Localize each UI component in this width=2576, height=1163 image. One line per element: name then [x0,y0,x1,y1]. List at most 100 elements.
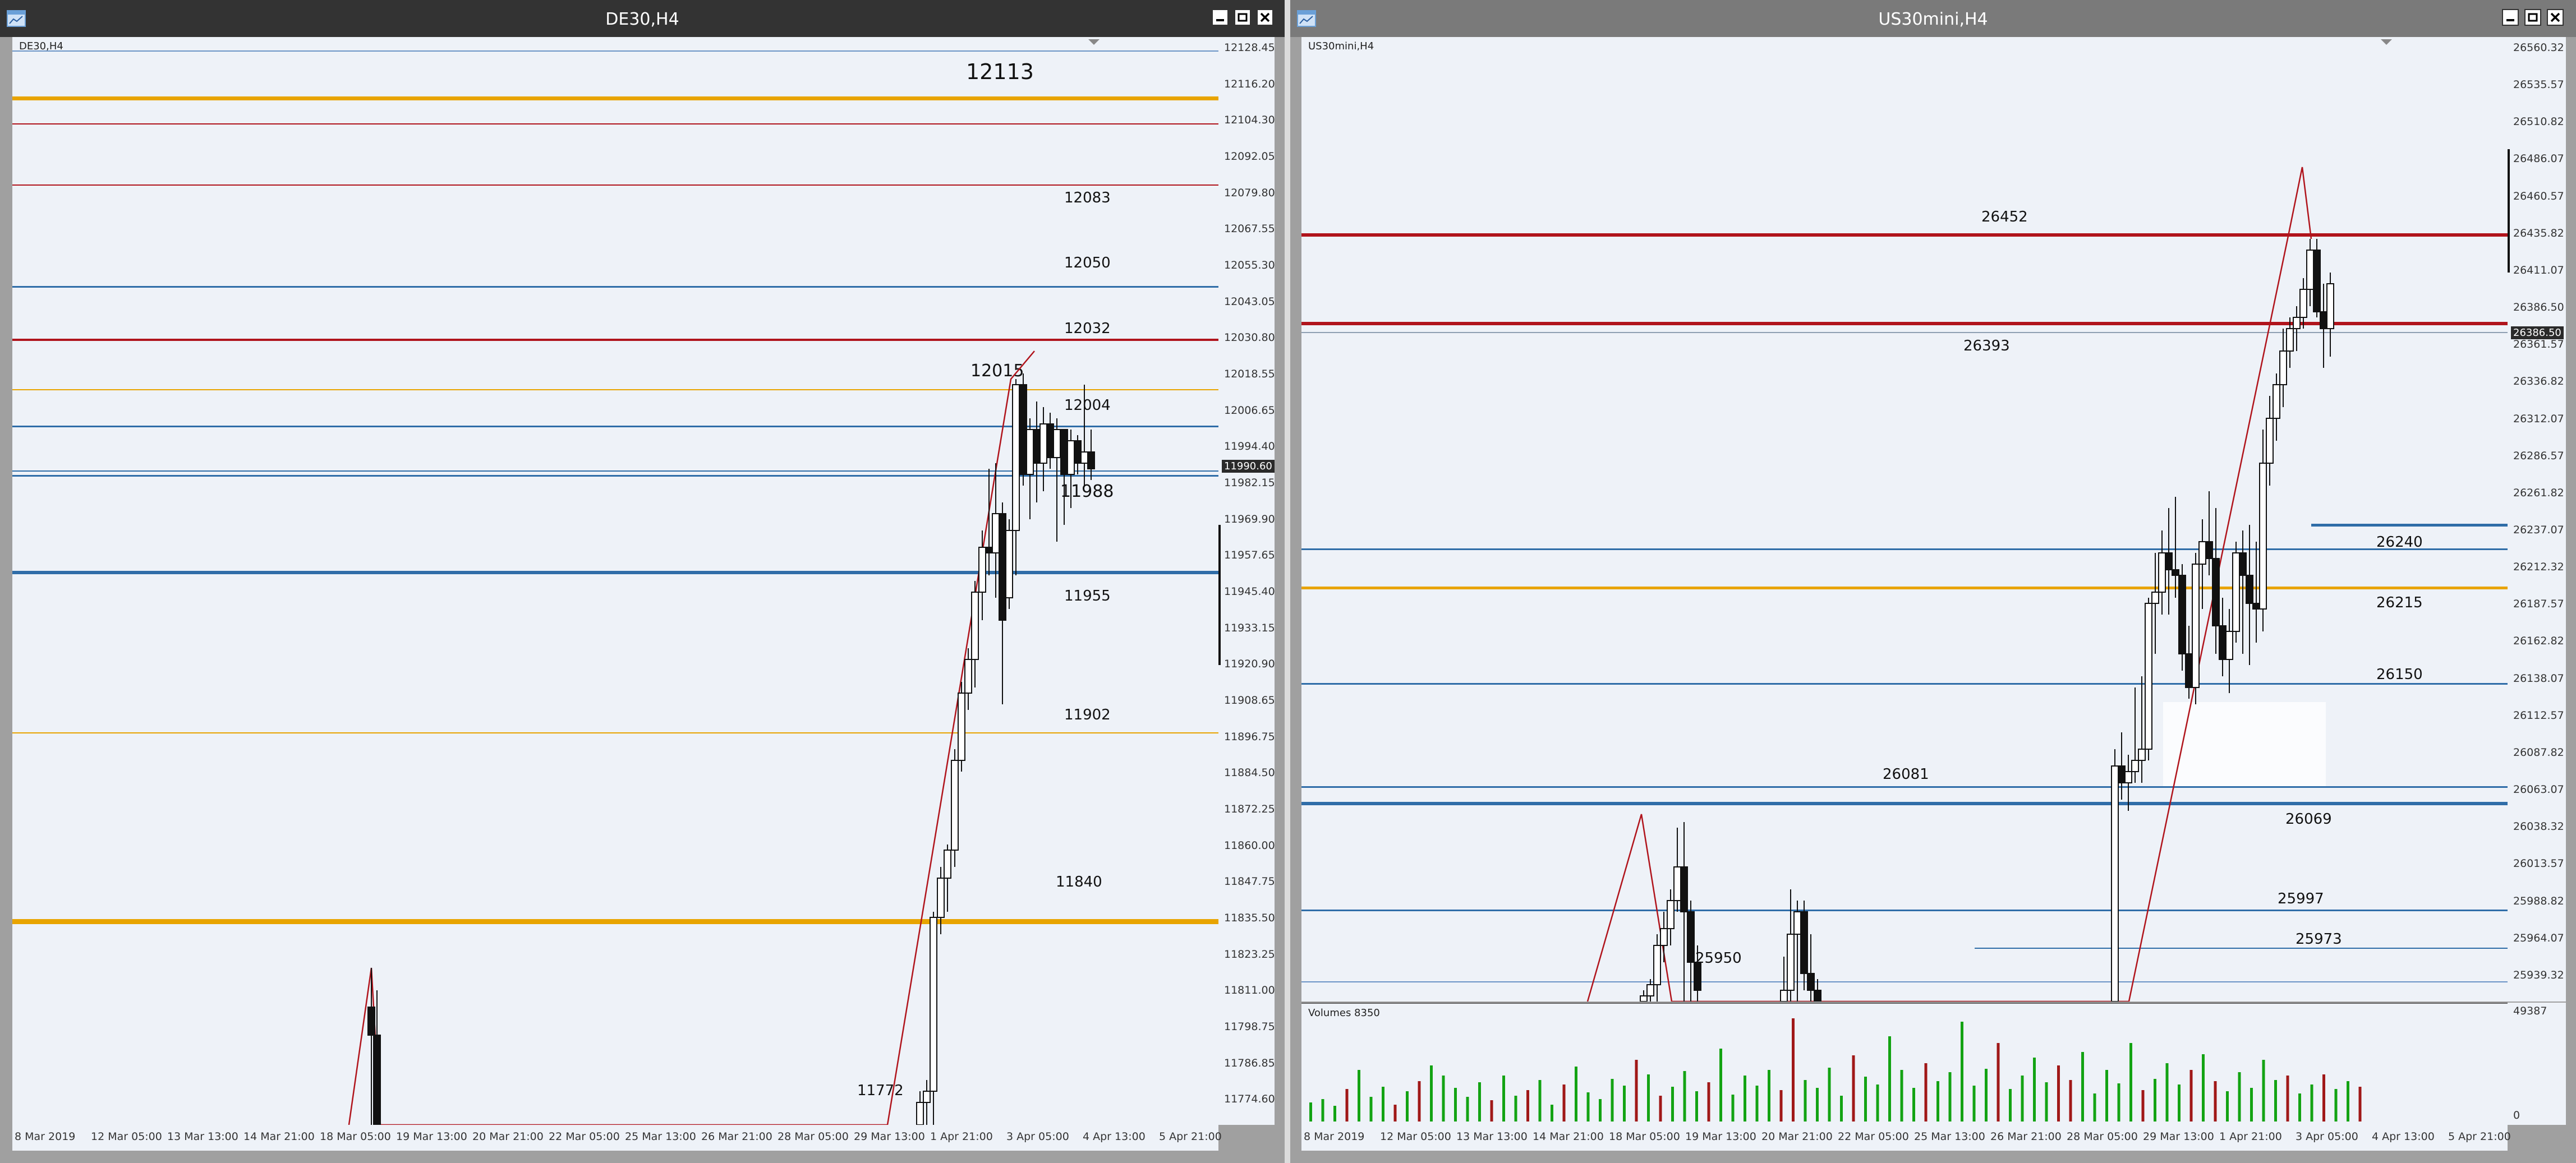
time-tick: 28 Mar 05:00 [778,1130,849,1143]
time-tick: 5 Apr 21:00 [2448,1130,2511,1143]
price-tick: 26312.07 [2513,412,2564,425]
price-tick: 12092.05 [1224,150,1275,163]
price-chart-us30mini[interactable]: US30mini,H4 26452 26393 26240 26215 2615… [1301,37,2508,1002]
chart-window-us30mini[interactable]: US30mini,H4 US30mini,H4 26452 26393 2624… [1290,0,2576,1163]
volume-bar [2322,1074,2325,1122]
time-tick: 22 Mar 05:00 [549,1130,620,1143]
volume-bar [1551,1105,1553,1122]
candle-body [951,760,959,851]
scrollbar-grip[interactable] [1218,525,1221,665]
price-axis[interactable]: 26560.32 26535.57 26510.82 26486.07 26460.57… [2508,37,2566,1002]
close-button[interactable] [2547,9,2564,26]
candle-body [1814,990,1821,1002]
volume-bar [1358,1070,1360,1122]
time-tick: 1 Apr 21:00 [930,1130,993,1143]
candle-body [923,1091,931,1103]
price-tick: 11908.65 [1224,694,1275,707]
price-tick: 26386.50 [2513,301,2564,314]
minimize-button[interactable] [2502,9,2519,26]
price-tick: 12128.45 [1224,41,1275,54]
window-title: US30mini,H4 [1878,10,1988,29]
close-icon [2550,12,2560,22]
candle-body [2158,552,2166,593]
candle-body [2232,552,2240,632]
volume-bar [1586,1092,1590,1122]
volume-bar [1900,1070,1903,1122]
time-tick: 14 Mar 21:00 [1533,1130,1604,1143]
time-tick: 3 Apr 05:00 [2296,1130,2358,1143]
candlestick-series [348,350,1095,1125]
volume-bar [2202,1054,2205,1122]
price-tick: 26162.82 [2513,635,2564,648]
volume-bar [2154,1079,2156,1122]
volume-bar [1719,1049,1722,1122]
time-tick: 5 Apr 21:00 [1159,1130,1222,1143]
titlebar[interactable]: DE30,H4 [0,0,1285,37]
candle-body [1012,384,1020,531]
price-tick: 11798.75 [1224,1021,1275,1033]
volume-bar [1659,1096,1662,1122]
volume-bar [1948,1072,1952,1122]
time-tick: 26 Mar 21:00 [1990,1130,2062,1143]
candle-body [1687,911,1695,963]
price-tick: 11994.40 [1224,440,1275,453]
candle-body [964,659,972,694]
minimize-button[interactable] [1212,9,1229,26]
candle-body [1046,423,1054,458]
volume-bar [2117,1083,2120,1122]
price-tick: 26435.82 [2513,227,2564,239]
titlebar[interactable]: US30mini,H4 [1290,0,2576,37]
candle-body [1680,866,1688,912]
restore-button[interactable] [2524,9,2541,26]
time-axis[interactable]: 8 Mar 2019 12 Mar 05:00 13 Mar 13:00 14 Mar… [12,1125,1222,1151]
time-tick: 20 Mar 21:00 [472,1130,544,1143]
candle-body [2131,760,2139,772]
price-tick: 25939.32 [2513,968,2564,981]
current-price-tag: 11990.60 [1222,460,1275,473]
price-tick: 26138.07 [2513,672,2564,685]
time-tick: 25 Mar 13:00 [625,1130,696,1143]
candle-body [1026,429,1034,475]
price-tick: 26038.32 [2513,820,2564,833]
candle-body [985,547,993,553]
time-tick: 8 Mar 2019 [1304,1130,1365,1143]
price-tick: 12067.55 [1224,223,1275,236]
price-tick: 26486.07 [2513,153,2564,165]
candle-body [992,513,1000,553]
candle-body [2151,592,2159,604]
volume-bar [2310,1084,2313,1122]
volume-bar [1816,1088,1819,1122]
close-button[interactable] [1257,9,1273,26]
restore-button[interactable] [1234,9,1251,26]
candle-body [944,850,951,879]
chart-window-de30[interactable]: DE30,H4 DE30,H4 12113 12083 12050 12032 … [0,0,1285,1163]
price-axis[interactable]: 12128.45 12116.20 12104.30 12092.05 12079.80… [1218,37,1275,1125]
candle-body [2286,328,2294,352]
volume-bar [1997,1043,2000,1122]
volume-bar [1333,1106,1336,1122]
time-tick: 18 Mar 05:00 [1609,1130,1680,1143]
candle-body [2299,289,2307,318]
candle-body [1646,984,1654,996]
volume-bar [1755,1086,1759,1122]
volume-bar [2189,1070,2193,1122]
candle-body [1080,451,1088,464]
candle-body [2293,317,2301,329]
candle-body [2185,653,2193,688]
price-tick: 11860.00 [1224,839,1275,852]
scrollbar-grip[interactable] [2508,149,2510,273]
candle-body [958,693,965,761]
volume-subwindow[interactable]: Volumes 8350 [1301,1003,2508,1126]
price-tick: 26336.82 [2513,375,2564,388]
price-tick: 26460.57 [2513,190,2564,202]
price-tick: 26212.32 [2513,561,2564,574]
volume-bar [1683,1071,1686,1122]
candle-body [2246,575,2253,604]
volume-bar [1526,1090,1529,1122]
price-tick: 12043.05 [1224,295,1275,308]
price-tick: 12030.80 [1224,331,1275,344]
candle-body [1807,973,1815,991]
time-axis[interactable]: 8 Mar 2019 12 Mar 05:00 13 Mar 13:00 14 Mar… [1301,1125,2511,1151]
candle-body [937,878,945,918]
price-chart-de30[interactable]: DE30,H4 12113 12083 12050 12032 12015 12… [12,37,1218,1125]
